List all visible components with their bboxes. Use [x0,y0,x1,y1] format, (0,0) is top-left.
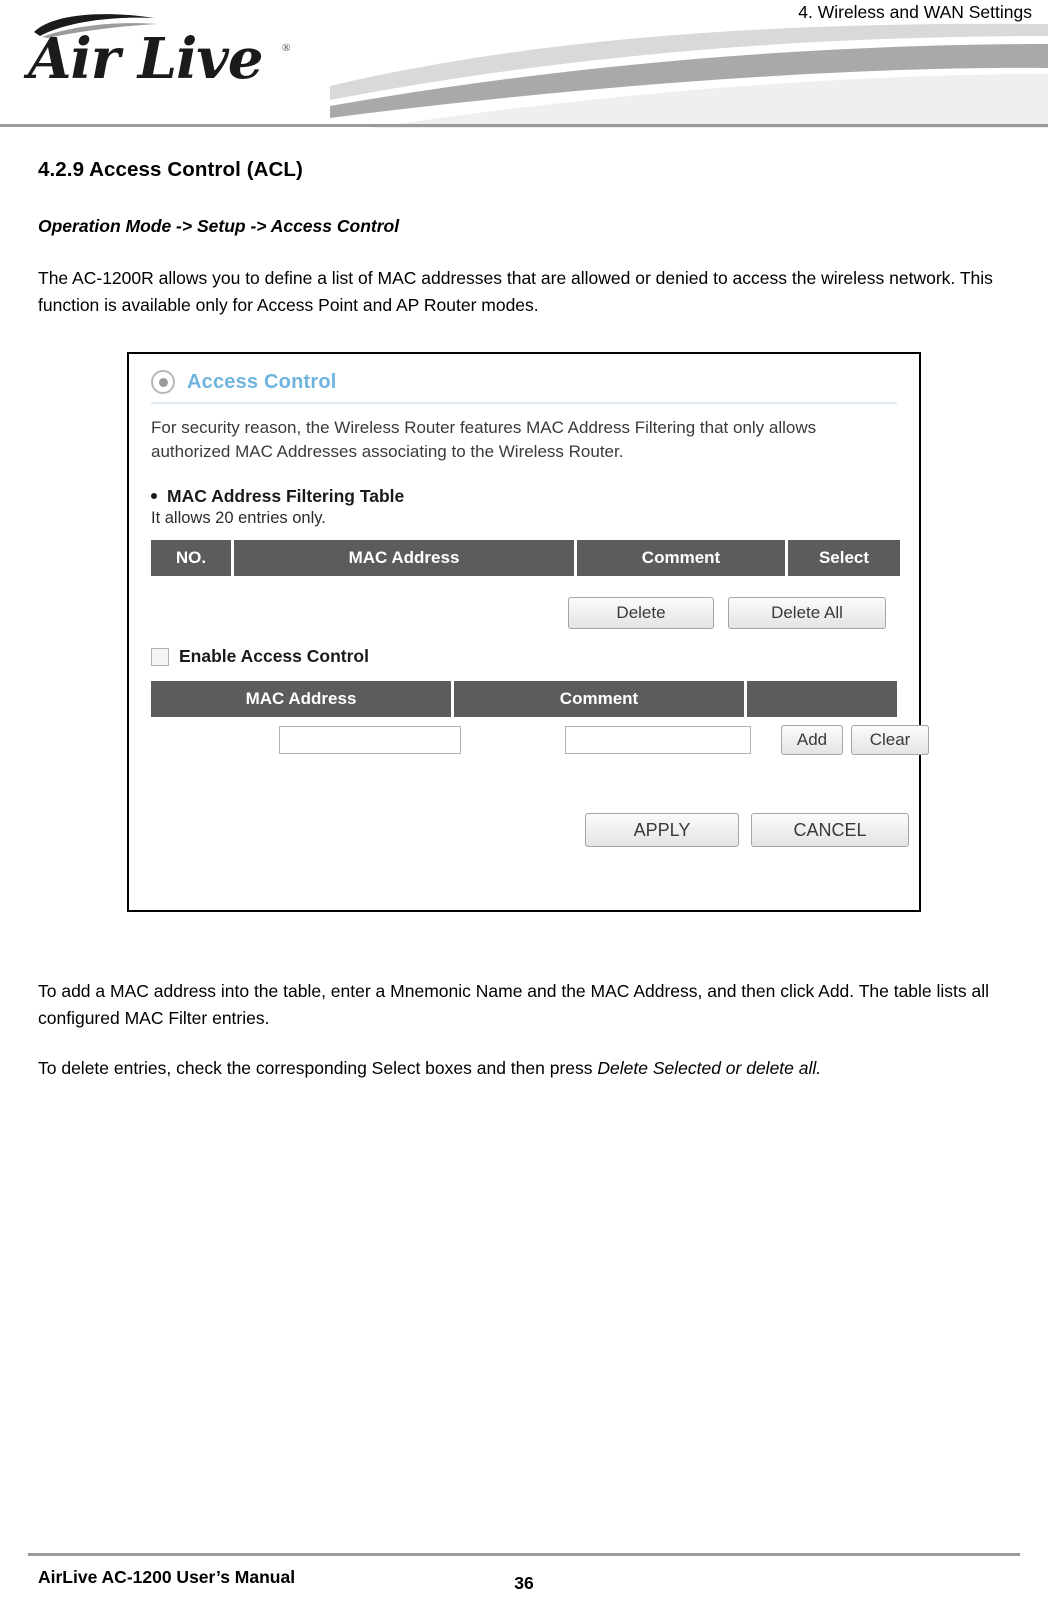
delete-instructions-italic: Delete Selected or delete all. [597,1058,822,1079]
document-content: 4.2.9 Access Control (ACL) Operation Mod… [0,128,1048,1082]
delete-instructions-prefix: To delete entries, check the correspondi… [38,1058,598,1079]
header-ribbon-graphic [330,22,1048,128]
mac-filter-table-header: NO. MAC Address Comment Select [151,540,900,577]
bullet-dot-icon [151,493,157,500]
access-control-screenshot: Access Control For security reason, the … [127,352,929,913]
page-title: 4.2.9 Access Control (ACL) [38,158,303,181]
column-header-mac-address: MAC Address [234,540,574,577]
entry-column-header-blank [747,681,897,718]
enable-access-control-label: Enable Access Control [179,646,369,667]
cancel-button[interactable]: CANCEL [751,813,909,848]
target-circle-icon [151,370,175,395]
column-header-select: Select [788,540,900,577]
ribbon-svg [330,23,1048,128]
airlive-logo: Air Live ® [24,10,304,96]
apply-button[interactable]: APPLY [585,813,739,848]
page-footer: AirLive AC-1200 User’s Manual 36 [0,1553,1048,1623]
header-divider [0,124,1048,127]
mac-address-input[interactable] [279,726,461,755]
running-head: 4. Wireless and WAN Settings [798,2,1032,22]
panel-title: Access Control [187,370,337,393]
access-control-panel: Access Control For security reason, the … [129,354,929,910]
mac-entry-table-header: MAC Address Comment [151,681,897,718]
panel-title-divider [151,402,897,405]
page-header: 4. Wireless and WAN Settings Air Live ® [0,0,1048,128]
breadcrumb: Operation Mode -> Setup -> Access Contro… [38,216,400,236]
enable-access-control-row[interactable]: Enable Access Control [151,646,369,667]
filter-table-note: It allows 20 entries only. [151,509,326,528]
panel-description: For security reason, the Wireless Router… [151,418,817,461]
logo-wordmark: Air Live [28,26,264,92]
filter-table-heading: MAC Address Filtering Table [151,486,404,507]
delete-all-button[interactable]: Delete All [728,597,886,630]
add-button[interactable]: Add [781,725,843,756]
delete-instructions-paragraph: To delete entries, check the correspondi… [38,1055,1010,1082]
intro-paragraph: The AC-1200R allows you to define a list… [38,268,993,315]
filter-table-heading-label: MAC Address Filtering Table [167,486,405,507]
entry-column-header-comment: Comment [454,681,744,718]
entry-column-header-mac-address: MAC Address [151,681,451,718]
comment-input[interactable] [565,726,751,755]
enable-access-control-checkbox[interactable] [151,647,169,666]
column-header-no: NO. [151,540,231,577]
panel-title-row: Access Control [151,370,337,395]
clear-button[interactable]: Clear [851,725,929,756]
column-header-comment: Comment [577,540,785,577]
footer-divider [28,1553,1020,1556]
add-instructions-paragraph: To add a MAC address into the table, ent… [38,981,990,1028]
delete-button[interactable]: Delete [568,597,714,630]
footer-page-number: 36 [514,1573,534,1593]
logo-registered-mark: ® [282,42,291,54]
